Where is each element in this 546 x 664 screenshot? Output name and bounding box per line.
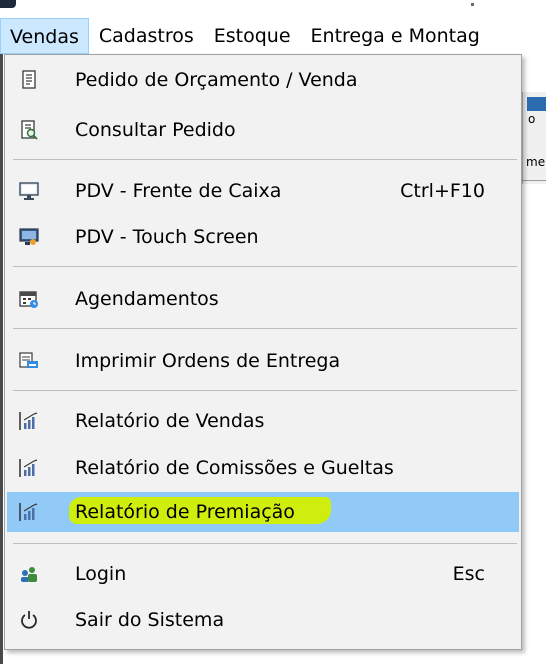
- menu-cadastros[interactable]: Cadastros: [89, 18, 204, 54]
- menu-item-shortcut: Ctrl+F10: [400, 180, 485, 202]
- menu-item-shortcut: Esc: [452, 563, 485, 585]
- background-text-fragment: me: [526, 155, 546, 169]
- touch-screen-icon: [19, 227, 39, 247]
- users-icon: [19, 564, 39, 584]
- menu-item-label: Agendamentos: [75, 288, 219, 310]
- power-icon: [19, 610, 39, 630]
- menu-item-label: Relatório de Vendas: [75, 410, 265, 432]
- menu-item-label: Pedido de Orçamento / Venda: [75, 69, 358, 91]
- menu-separator: [13, 390, 517, 391]
- title-glyph: [471, 3, 474, 6]
- menu-item-label: Relatório de Comissões e Gueltas: [75, 457, 394, 479]
- menu-item-pedido-orcamento-venda[interactable]: Pedido de Orçamento / Venda: [7, 62, 519, 98]
- window-top-strip: [0, 0, 546, 18]
- menu-item-relatorio-de-comissoes-e-gueltas[interactable]: Relatório de Comissões e Gueltas: [7, 450, 519, 486]
- app-icon: [0, 0, 16, 8]
- menu-item-login[interactable]: Login Esc: [7, 556, 519, 592]
- menu-separator: [13, 543, 517, 544]
- menu-item-relatorio-de-vendas[interactable]: Relatório de Vendas: [7, 403, 519, 439]
- calendar-icon: [19, 289, 39, 309]
- menu-item-label: PDV - Touch Screen: [75, 226, 259, 248]
- menu-item-pdv-touch-screen[interactable]: PDV - Touch Screen: [7, 219, 519, 255]
- menu-item-label: Login: [75, 563, 127, 585]
- menu-item-imprimir-ordens-de-entrega[interactable]: Imprimir Ordens de Entrega: [7, 343, 519, 379]
- menu-item-sair-do-sistema[interactable]: Sair do Sistema: [7, 602, 519, 638]
- monitor-icon: [19, 181, 39, 201]
- vendas-dropdown-menu: Pedido de Orçamento / Venda Consultar Pe…: [4, 54, 522, 650]
- menu-vendas[interactable]: Vendas: [0, 18, 89, 54]
- menu-estoque[interactable]: Estoque: [204, 18, 301, 54]
- background-toolbar-icon: [527, 97, 546, 111]
- background-text-fragment: o: [528, 112, 536, 126]
- bar-chart-icon: [19, 411, 39, 431]
- menu-bar: Vendas Cadastros Estoque Entrega e Monta…: [0, 18, 546, 54]
- document-icon: [19, 70, 39, 90]
- menu-item-label: Relatório de Premiação: [75, 501, 295, 523]
- background-divider: [522, 180, 546, 181]
- menu-item-label: PDV - Frente de Caixa: [75, 180, 282, 202]
- window-left-edge: [0, 54, 3, 664]
- menu-separator: [13, 159, 517, 160]
- bar-chart-icon: [19, 458, 39, 478]
- menu-item-label: Sair do Sistema: [75, 609, 225, 631]
- menu-item-agendamentos[interactable]: Agendamentos: [7, 281, 519, 317]
- menu-separator: [13, 266, 517, 267]
- menu-item-label: Imprimir Ordens de Entrega: [75, 350, 341, 372]
- menu-item-pdv-frente-de-caixa[interactable]: PDV - Frente de Caixa Ctrl+F10: [7, 173, 519, 209]
- menu-item-consultar-pedido[interactable]: Consultar Pedido: [7, 112, 519, 148]
- menu-item-relatorio-de-premiacao[interactable]: Relatório de Premiação: [7, 492, 519, 532]
- print-delivery-icon: [19, 351, 39, 371]
- menu-item-label: Consultar Pedido: [75, 119, 236, 141]
- search-document-icon: [19, 120, 39, 140]
- bar-chart-icon: [19, 502, 39, 522]
- menu-entrega-e-montagem[interactable]: Entrega e Montag: [301, 18, 490, 54]
- menu-separator: [13, 328, 517, 329]
